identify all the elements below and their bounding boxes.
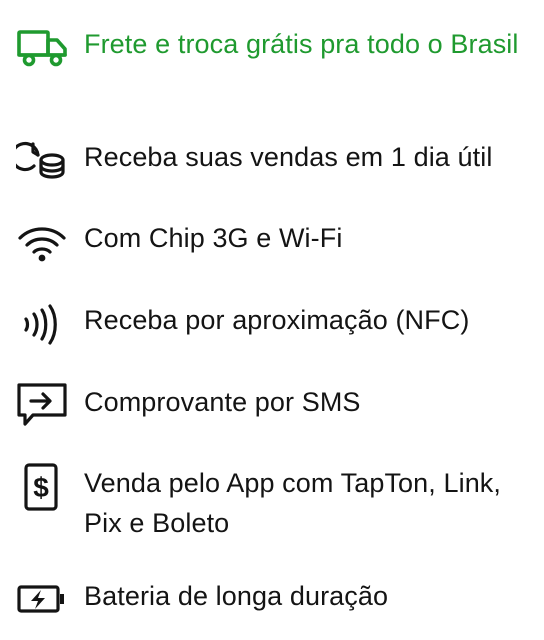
dollar-phone-icon: $ <box>16 463 68 515</box>
truck-icon <box>16 24 68 76</box>
feature-label: Venda pelo App com TapTon, Link, Pix e B… <box>84 468 502 538</box>
wifi-icon <box>16 214 68 266</box>
feature-list: Frete e troca grátis pra todo o Brasil R… <box>0 0 544 640</box>
feature-label: Com Chip 3G e Wi-Fi <box>84 223 343 253</box>
clock-coins-icon <box>16 135 68 187</box>
feature-label: Comprovante por SMS <box>84 387 361 417</box>
nfc-icon <box>16 298 68 350</box>
feature-label: Bateria de longa duração <box>84 581 389 611</box>
battery-icon <box>16 574 68 626</box>
sms-icon <box>16 380 68 432</box>
feature-label: Receba por aproximação (NFC) <box>84 305 470 335</box>
svg-text:$: $ <box>33 472 49 503</box>
feature-label: Frete e troca grátis pra todo o Brasil <box>84 29 519 59</box>
feature-label: Receba suas vendas em 1 dia útil <box>84 142 493 172</box>
